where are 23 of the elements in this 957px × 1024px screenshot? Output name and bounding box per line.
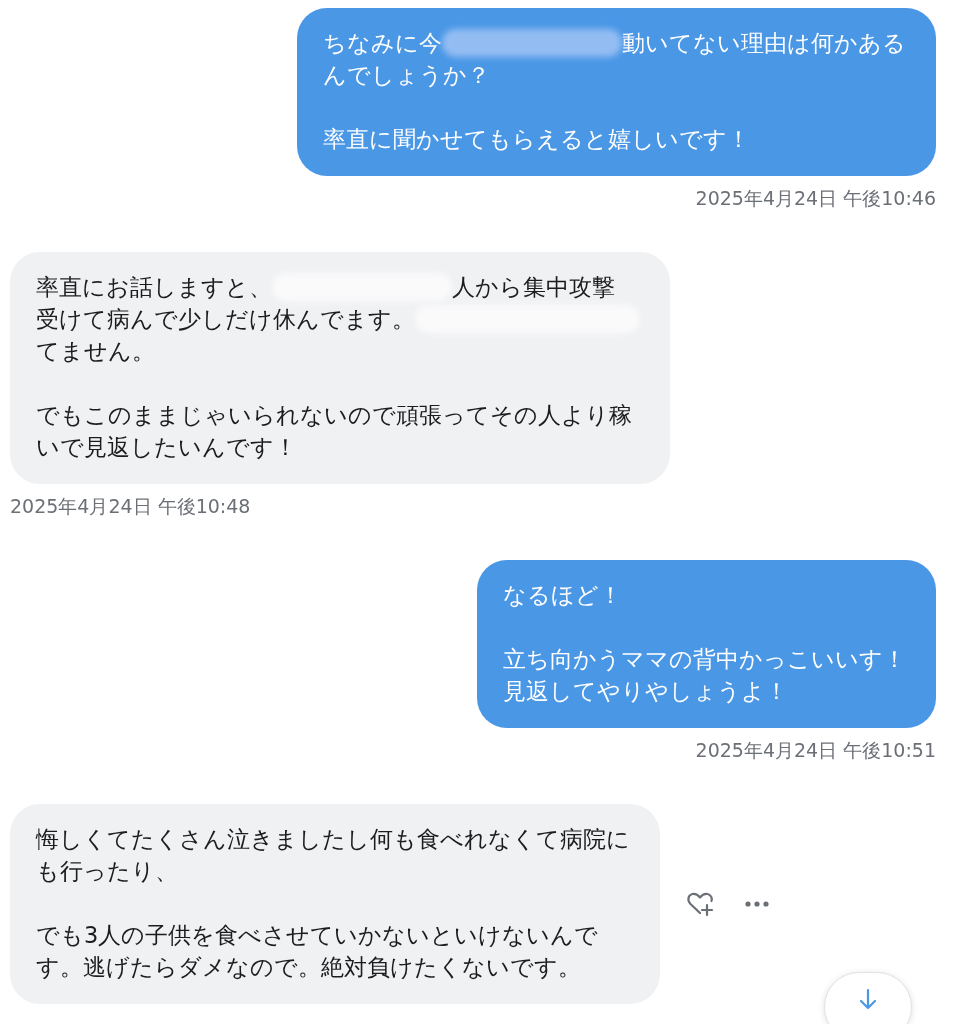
- message-text: 悔しくてたくさん泣きましたし何も食べれなくて病院に: [36, 825, 630, 854]
- message-text: す。逃げたらダメなので。絶対負けたくないです。: [36, 953, 581, 982]
- heart-plus-icon[interactable]: [686, 891, 714, 917]
- message-text: 受けて病んで少しだけ休んでます。: [36, 305, 415, 334]
- message-text: なるほど！: [503, 581, 622, 610]
- arrow-down-icon: [858, 987, 878, 1011]
- message-text: んでしょうか？: [323, 61, 490, 90]
- message-text: 見返してやりやしょうよ！: [503, 677, 788, 706]
- message-text: ちなみに今: [323, 29, 442, 58]
- message-text: いで見返したいんです！: [36, 433, 297, 462]
- message-text: 率直に聞かせてもらえると嬉しいです！: [323, 125, 750, 154]
- message-text: 人から集中攻撃: [452, 273, 615, 302]
- message-text: てません。: [36, 337, 155, 366]
- message-text: 立ち向かうママの背中かっこいいす！: [503, 645, 906, 674]
- more-icon[interactable]: [744, 900, 770, 908]
- message-text: も行ったり、: [36, 857, 178, 886]
- message-timestamp: 2025年4月24日 午後10:48: [10, 494, 251, 519]
- message-timestamp: 2025年4月24日 午後10:46: [695, 186, 936, 211]
- message-text: でもこのままじゃいられないので頑張ってその人より稼: [36, 401, 632, 430]
- message-text: 率直にお話しますと、: [36, 273, 272, 302]
- message-text: 動いてない理由は何かある: [622, 29, 906, 58]
- message-text: でも3人の子供を食べさせていかないといけないんで: [36, 921, 599, 950]
- message-timestamp: 2025年4月24日 午後10:51: [695, 738, 936, 763]
